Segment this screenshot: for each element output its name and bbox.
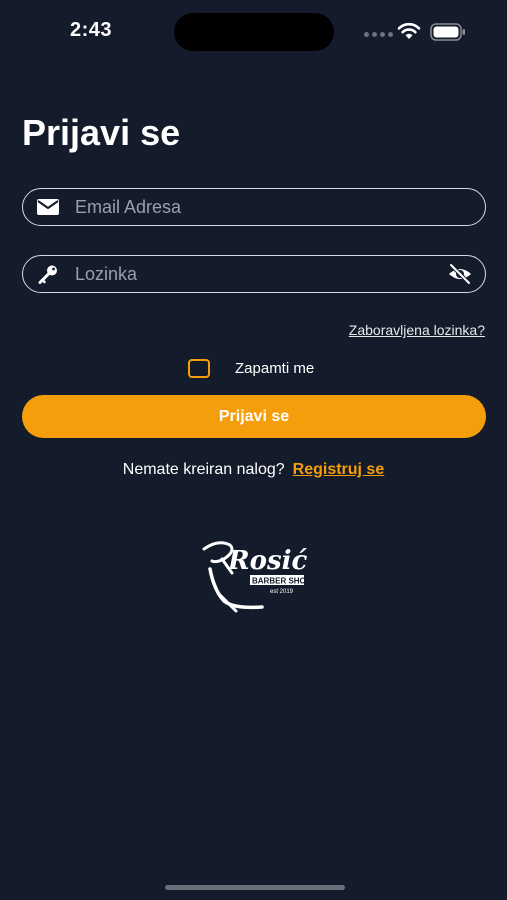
wifi-icon — [397, 22, 421, 39]
battery-icon — [430, 23, 465, 41]
password-field[interactable] — [22, 255, 486, 293]
forgot-password-link[interactable]: Zaboravljena lozinka? — [349, 322, 485, 338]
register-row: Nemate kreiran nalog? Registruj se — [0, 461, 507, 479]
email-field[interactable] — [22, 188, 486, 226]
eye-off-icon[interactable] — [447, 263, 473, 285]
key-icon — [38, 265, 57, 284]
remember-me-checkbox[interactable] — [188, 358, 210, 378]
email-input[interactable] — [75, 189, 445, 225]
status-bar: 2:43 — [0, 0, 507, 62]
barber-shop-logo: Rosić BARBER SHOP est 2019 — [202, 541, 310, 613]
page-title: Prijavi se — [22, 112, 181, 153]
logo-brand: Rosić — [227, 546, 307, 576]
register-link[interactable]: Registruj se — [293, 461, 385, 478]
cellular-signal-icon — [364, 32, 393, 37]
envelope-icon — [37, 199, 59, 215]
logo-est: est 2019 — [270, 589, 294, 595]
register-prompt: Nemate kreiran nalog? — [122, 461, 285, 478]
status-time: 2:43 — [70, 19, 113, 41]
logo-tagline: BARBER SHOP — [252, 577, 310, 586]
home-indicator[interactable] — [165, 885, 345, 890]
remember-me-label: Zapamti me — [235, 359, 315, 377]
dynamic-island — [174, 13, 334, 51]
remember-me-row[interactable]: Zapamti me — [188, 356, 314, 380]
login-button[interactable]: Prijavi se — [22, 395, 486, 438]
password-input[interactable] — [75, 256, 445, 292]
